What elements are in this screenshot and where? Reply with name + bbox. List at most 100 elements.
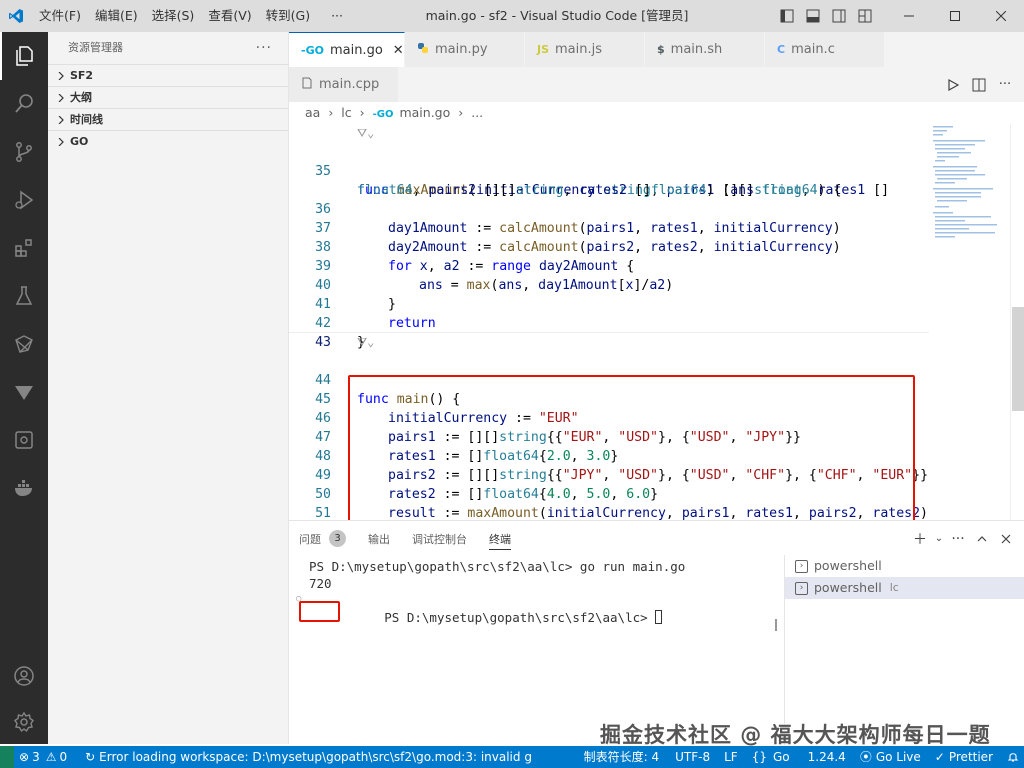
run-icon[interactable] — [940, 67, 966, 102]
close-tab-icon[interactable]: ✕ — [393, 43, 404, 58]
customize-layout-icon[interactable] — [852, 0, 878, 32]
notifications-icon[interactable] — [1002, 746, 1024, 768]
menu-view[interactable]: 查看(V) — [201, 0, 258, 32]
encoding[interactable]: UTF-8 — [670, 746, 715, 768]
go-file-icon: -GO — [301, 43, 324, 57]
maximize-panel-icon[interactable] — [970, 521, 994, 556]
tab-main-go[interactable]: -GO main.go ✕ — [289, 32, 405, 67]
window-title: main.go - sf2 - Visual Studio Code [管理员] — [425, 8, 689, 23]
codelens: ⛛⌄ — [289, 333, 929, 352]
explorer-icon[interactable] — [0, 32, 48, 80]
settings-gear-icon[interactable] — [0, 698, 48, 746]
triangle-explorer-icon[interactable] — [0, 368, 48, 416]
check-icon: ✓ — [934, 750, 945, 764]
terminal-item[interactable]: › powershell — [785, 555, 1024, 577]
title-bar: 文件(F) 编辑(E) 选择(S) 查看(V) 转到(G) ··· main.g… — [0, 0, 1024, 32]
docker-icon[interactable] — [0, 464, 48, 512]
tab-label: main.go — [329, 42, 383, 58]
terminal-list: › powershell › powershell lc — [784, 555, 1024, 745]
problems-count-badge: 3 — [329, 530, 346, 547]
run-debug-icon[interactable] — [0, 176, 48, 224]
line-ending[interactable]: LF — [719, 746, 743, 768]
tab-main-sh[interactable]: $ main.sh — [645, 32, 765, 67]
problems-status[interactable]: ⊗ 3 ⚠ 0 — [14, 746, 72, 768]
go-extension-icon[interactable] — [0, 320, 48, 368]
tab-main-cpp[interactable]: main.cpp — [289, 67, 399, 102]
menu-edit[interactable]: 编辑(E) — [88, 0, 145, 32]
explorer-sidebar: 资源管理器 ··· SF2 大纲 时间线 GO — [48, 32, 289, 744]
tab-problems[interactable]: 问题 3 — [299, 521, 346, 556]
menu-file[interactable]: 文件(F) — [32, 0, 88, 32]
sidebar-more-icon[interactable]: ··· — [256, 32, 272, 64]
tab-label: main.c — [791, 42, 835, 57]
remote-explorer-icon[interactable] — [0, 416, 48, 464]
tab-label: 问题 — [299, 532, 321, 546]
language-mode[interactable]: {} Go — [747, 746, 795, 768]
go-live-label: Go Live — [875, 750, 921, 764]
codelens-go-icon[interactable]: ⛛⌄ — [357, 335, 374, 350]
editor-scrollbar[interactable] — [1010, 124, 1024, 520]
codelens-go-icon[interactable]: ⛛⌄ — [357, 126, 374, 141]
terminal-scrollbar[interactable] — [775, 619, 777, 631]
tab-bar-row2: main.cpp — [289, 67, 1024, 102]
account-icon[interactable] — [0, 652, 48, 700]
menu-selection[interactable]: 选择(S) — [145, 0, 202, 32]
code-line: 41 return — [289, 276, 929, 331]
go-live[interactable]: ⦿ Go Live — [855, 746, 926, 768]
sidebar-header: 资源管理器 ··· — [48, 32, 288, 64]
terminal-cursor — [655, 610, 663, 624]
testing-flask-icon[interactable] — [0, 272, 48, 320]
new-terminal-icon[interactable]: ＋ — [908, 521, 932, 556]
breadcrumb-file[interactable]: main.go — [399, 105, 450, 120]
minimap[interactable] — [929, 124, 1009, 520]
more-actions-icon[interactable]: ··· — [992, 67, 1018, 102]
minimize-icon[interactable] — [886, 0, 932, 32]
breadcrumb-lc[interactable]: lc — [341, 105, 351, 120]
tab-terminal[interactable]: 终端 — [489, 521, 511, 556]
chevron-right-icon — [54, 115, 68, 124]
menu-go[interactable]: 转到(G) — [259, 0, 317, 32]
tab-size[interactable]: 制表符长度: 4 — [579, 746, 665, 768]
tab-bar: -GO main.go ✕ main.py JS main.js $ main.… — [289, 32, 1024, 67]
close-window-icon[interactable] — [978, 0, 1024, 32]
toggle-primary-sidebar-icon[interactable] — [774, 0, 800, 32]
more-actions-icon[interactable]: ··· — [946, 521, 970, 556]
section-timeline[interactable]: 时间线 — [48, 108, 288, 130]
split-editor-icon[interactable] — [966, 67, 992, 102]
toggle-secondary-sidebar-icon[interactable] — [826, 0, 852, 32]
toggle-panel-icon[interactable] — [800, 0, 826, 32]
remote-indicator[interactable] — [0, 746, 14, 768]
tab-main-c[interactable]: C main.c — [765, 32, 885, 67]
vscode-logo-icon — [0, 0, 32, 32]
terminal-item-selected[interactable]: › powershell lc — [785, 577, 1024, 599]
section-outline[interactable]: 大纲 — [48, 86, 288, 108]
code-line: 44 func main() { — [289, 352, 929, 407]
language-label: Go — [773, 750, 790, 764]
maximize-icon[interactable] — [932, 0, 978, 32]
prettier-status[interactable]: ✓ Prettier — [930, 746, 998, 768]
terminal-cwd: lc — [889, 581, 899, 594]
section-label: GO — [70, 134, 89, 148]
tab-debug-console[interactable]: 调试控制台 — [412, 521, 467, 556]
extensions-icon[interactable] — [0, 224, 48, 272]
tab-main-js[interactable]: JS main.js — [525, 32, 645, 67]
section-go[interactable]: GO — [48, 130, 288, 152]
code-line: 36 day1Amount := calcAmount(pairs1, rate… — [289, 181, 929, 236]
breadcrumb-symbol[interactable]: ... — [471, 105, 483, 120]
terminal-name: powershell — [814, 580, 882, 595]
search-icon[interactable] — [0, 80, 48, 128]
terminal-output[interactable]: PS D:\mysetup\gopath\src\sf2\aa\lc> go r… — [296, 558, 779, 738]
workspace-error-status[interactable]: ↻ Error loading workspace: D:\mysetup\go… — [80, 746, 537, 768]
terminal-line: PS D:\mysetup\gopath\src\sf2\aa\lc> go r… — [309, 559, 686, 574]
close-panel-icon[interactable] — [994, 521, 1018, 556]
source-control-icon[interactable] — [0, 128, 48, 176]
tab-main-py[interactable]: main.py — [405, 32, 525, 67]
go-version[interactable]: 1.24.4 — [803, 746, 851, 768]
status-right: 制表符长度: 4 UTF-8 LF {} Go 1.24.4 ⦿ Go Live… — [579, 746, 1024, 768]
code-editor[interactable]: ⛛⌄ 35 func maxAmount(initialCurrency str… — [289, 124, 929, 520]
chevron-down-icon[interactable]: ⌄ — [932, 521, 946, 556]
scrollbar-thumb[interactable] — [1012, 307, 1024, 411]
section-sf2[interactable]: SF2 — [48, 64, 288, 86]
tab-output[interactable]: 输出 — [368, 521, 390, 556]
breadcrumb-aa[interactable]: aa — [305, 105, 320, 120]
